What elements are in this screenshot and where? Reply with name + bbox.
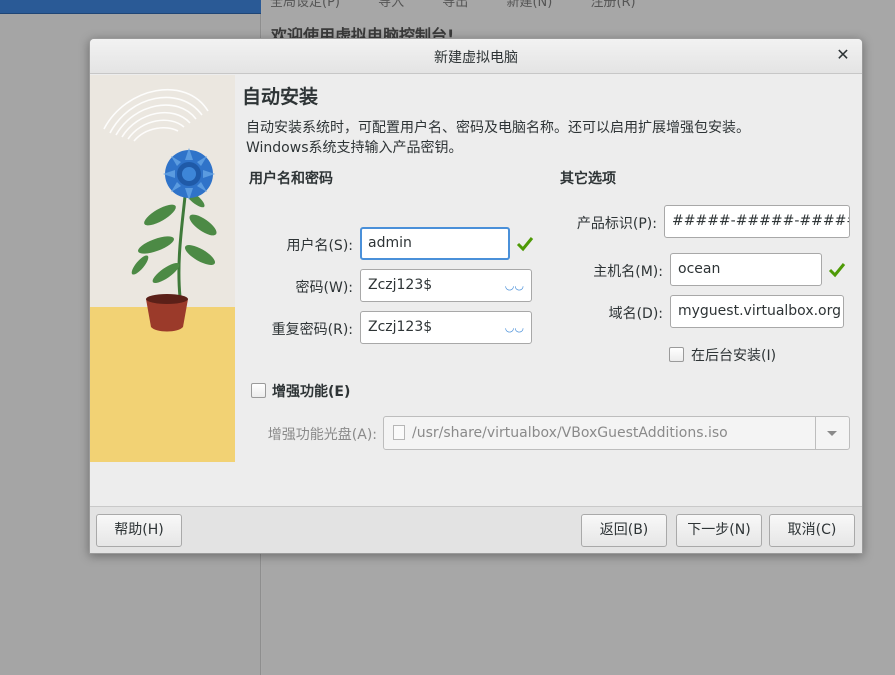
help-button[interactable]: 帮助(H) <box>96 514 182 547</box>
domain-value: myguest.virtualbox.org <box>678 303 842 319</box>
toolbar-global-settings[interactable]: 全局设定(P) <box>270 0 340 10</box>
username-value: admin <box>368 235 412 251</box>
toolbar-export[interactable]: 导出 <box>442 0 468 10</box>
guest-additions-label[interactable]: 增强功能(E) <box>272 381 350 401</box>
eye-icon[interactable]: ◡◡ <box>505 312 524 343</box>
domain-field[interactable]: myguest.virtualbox.org <box>670 295 844 328</box>
password-label: 密码(W): <box>295 280 353 296</box>
iso-file-selector[interactable]: /usr/share/virtualbox/VBoxGuestAdditions… <box>383 416 850 450</box>
dialog-footer: 帮助(H) 返回(B) 下一步(N) 取消(C) <box>90 506 862 553</box>
product-key-value: #####-#####-#####- <box>672 213 850 229</box>
repeat-password-label: 重复密码(R): <box>271 322 353 338</box>
credentials-section-title: 用户名和密码 <box>249 171 333 187</box>
chevron-down-icon[interactable] <box>815 417 849 449</box>
page-description: 自动安装系统时，可配置用户名、密码及电脑名称。还可以启用扩展增强包安装。Wind… <box>246 120 750 156</box>
background-install-checkbox[interactable] <box>669 347 684 362</box>
file-icon <box>393 425 405 440</box>
page-heading: 自动安装 <box>242 86 319 108</box>
product-key-field[interactable]: #####-#####-#####- <box>664 205 850 238</box>
password-value: Zczj123$ <box>368 277 433 293</box>
domain-label: 域名(D): <box>608 306 663 322</box>
hostname-field[interactable]: ocean <box>670 253 822 286</box>
iso-path: /usr/share/virtualbox/VBoxGuestAdditions… <box>412 425 728 441</box>
dialog-title: 新建虚拟电脑 <box>434 50 518 66</box>
dialog-titlebar[interactable]: 新建虚拟电脑 ✕ <box>90 39 862 74</box>
next-button[interactable]: 下一步(N) <box>676 514 762 547</box>
background-install-label[interactable]: 在后台安装(I) <box>691 345 776 365</box>
other-options-section-title: 其它选项 <box>560 171 616 187</box>
cancel-button[interactable]: 取消(C) <box>769 514 855 547</box>
toolbar-new[interactable]: 新建(N) <box>506 0 552 10</box>
guest-additions-checkbox[interactable] <box>251 383 266 398</box>
close-icon[interactable]: ✕ <box>834 46 852 64</box>
iso-label: 增强功能光盘(A): <box>267 427 377 443</box>
product-key-label: 产品标识(P): <box>576 216 657 232</box>
hostname-label: 主机名(M): <box>593 264 663 280</box>
hostname-valid-check-icon <box>828 263 846 278</box>
wizard-illustration <box>90 75 235 462</box>
password-field[interactable]: Zczj123$ ◡◡ <box>360 269 532 302</box>
background-selected-item <box>0 0 261 14</box>
repeat-password-field[interactable]: Zczj123$ ◡◡ <box>360 311 532 344</box>
username-field[interactable]: admin <box>360 227 510 260</box>
back-button[interactable]: 返回(B) <box>581 514 667 547</box>
username-label: 用户名(S): <box>286 238 353 254</box>
hostname-value: ocean <box>678 261 721 277</box>
toolbar-register[interactable]: 注册(R) <box>590 0 635 10</box>
repeat-password-value: Zczj123$ <box>368 319 433 335</box>
toolbar-import[interactable]: 导入 <box>378 0 404 10</box>
username-valid-check-icon <box>516 237 534 252</box>
eye-icon[interactable]: ◡◡ <box>505 270 524 301</box>
background-toolbar: 全局设定(P) 导入 导出 新建(N) 注册(R) <box>270 0 670 10</box>
new-vm-dialog: 新建虚拟电脑 ✕ 自动安装 自动安装系统时，可配置用户名、密码及电脑名称。还可以… <box>89 38 863 554</box>
